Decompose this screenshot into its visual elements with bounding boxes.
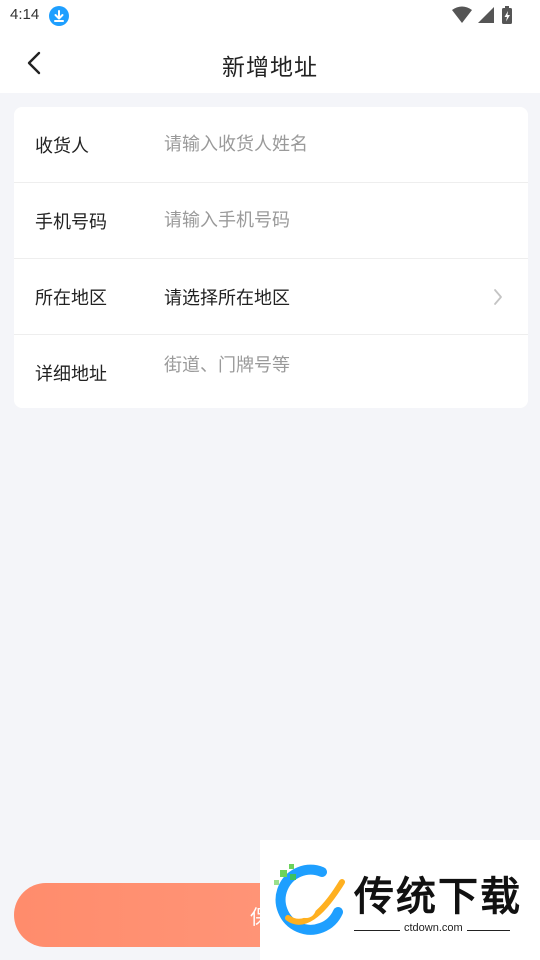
address-row: 详细地址 [14,335,528,408]
watermark: 传统下载 ctdown.com [260,840,540,960]
phone-input[interactable] [164,205,494,235]
phone-label: 手机号码 [35,212,107,233]
region-row[interactable]: 所在地区 请选择所在地区 [14,259,528,335]
chevron-right-icon [492,287,504,307]
address-label: 详细地址 [35,364,107,385]
consignee-label: 收货人 [35,136,89,157]
address-form: 收货人 手机号码 所在地区 请选择所在地区 详细地址 [14,107,528,408]
phone-row: 手机号码 [14,183,528,259]
watermark-url: ctdown.com [400,922,467,934]
battery-charging-icon [502,6,512,24]
region-select[interactable]: 请选择所在地区 [164,284,290,310]
app-header: 新增地址 [0,32,540,93]
status-icons [450,5,530,25]
signal-icon [478,7,494,23]
logo-icon [272,862,350,938]
consignee-input[interactable] [164,129,494,159]
watermark-title: 传统下载 [354,874,522,920]
consignee-row: 收货人 [14,107,528,183]
wifi-icon [452,6,472,23]
status-time: 4:14 [10,6,40,23]
page-title: 新增地址 [222,55,318,81]
download-icon [49,6,69,26]
region-label: 所在地区 [35,288,107,309]
status-bar: 4:14 [0,0,540,32]
address-textarea[interactable] [164,351,504,395]
